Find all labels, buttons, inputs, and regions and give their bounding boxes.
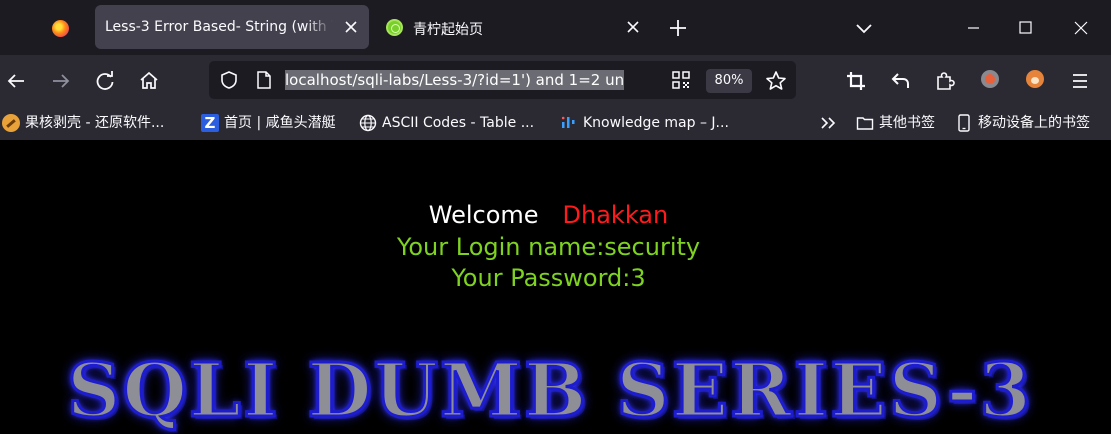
bookmark-label: 移动设备上的书签 — [978, 115, 1090, 131]
folder-icon — [856, 114, 874, 132]
tab-title: Less-3 Error Based- String (with Tw — [105, 19, 333, 35]
tab-less-3[interactable]: Less-3 Error Based- String (with Tw — [95, 5, 369, 49]
password-text: Your Password:3 — [451, 264, 646, 292]
screenshot-crop-icon[interactable] — [841, 66, 871, 96]
undo-arrow-icon[interactable] — [886, 66, 916, 96]
welcome-line: Welcome Dhakkan — [0, 200, 1097, 230]
firefox-logo-icon — [52, 20, 69, 37]
bookmark-star-icon[interactable] — [765, 70, 787, 96]
sqli-banner-title: SQLI DUMB SERIES-3 — [66, 347, 1033, 434]
close-tab-icon[interactable] — [341, 17, 361, 37]
bookmark-label: 其他书签 — [879, 115, 935, 131]
extension-fox-icon[interactable] — [1026, 70, 1044, 88]
bookmark-label: 果核剥壳 - 还原软件... — [25, 115, 165, 131]
page-content: Welcome Dhakkan Your Login name:security … — [0, 140, 1111, 434]
reload-icon[interactable] — [90, 66, 120, 96]
navigation-toolbar: localhost/sqli-labs/Less-3/?id=1') and 1… — [0, 55, 1111, 106]
hamburger-menu-icon[interactable] — [1065, 66, 1095, 96]
url-text: localhost/sqli-labs/Less-3/?id=1') and 1… — [285, 70, 625, 90]
orange-shell-icon — [2, 114, 20, 132]
more-bookmarks-chevron-icon[interactable] — [818, 113, 840, 133]
z-logo-icon: Z — [201, 114, 219, 132]
user-name-text: Dhakkan — [562, 201, 669, 229]
welcome-text: Welcome — [428, 201, 539, 229]
address-bar[interactable]: localhost/sqli-labs/Less-3/?id=1') and 1… — [209, 61, 796, 99]
firefox-view-button[interactable] — [44, 12, 76, 44]
tab-start-page[interactable]: 青柠起始页 — [377, 5, 651, 49]
new-tab-plus-icon[interactable] — [664, 14, 692, 42]
lime-favicon-icon — [386, 19, 403, 36]
tracking-protection-shield-icon[interactable] — [219, 70, 239, 94]
zoom-level-button[interactable]: 80% — [706, 69, 752, 93]
bookmark-label: Knowledge map – J... — [583, 115, 729, 131]
url-input[interactable]: localhost/sqli-labs/Less-3/?id=1') and 1… — [285, 70, 661, 92]
bookmark-label: 首页 | 咸鱼头潜艇 — [224, 115, 336, 131]
login-name-text: Your Login name:security — [396, 233, 701, 261]
tab-title: 青柠起始页 — [413, 22, 483, 38]
window-close-icon[interactable] — [1058, 12, 1104, 44]
globe-icon — [359, 114, 377, 132]
qr-code-icon[interactable] — [671, 70, 691, 94]
bookmarks-toolbar: 果核剥壳 - 还原软件... Z 首页 | 咸鱼头潜艇 ASCII Codes … — [0, 106, 1111, 140]
tab-strip: Less-3 Error Based- String (with Tw 青柠起始… — [0, 0, 1111, 55]
close-tab-icon[interactable] — [623, 17, 643, 37]
bookmark-label: ASCII Codes - Table ... — [382, 115, 535, 131]
back-arrow-icon[interactable] — [1, 66, 31, 96]
list-tabs-chevron-icon[interactable] — [850, 14, 878, 42]
extension-record-icon[interactable] — [981, 70, 999, 88]
maximize-icon[interactable] — [1003, 12, 1049, 44]
knowledge-map-icon — [560, 114, 578, 132]
minimize-icon[interactable] — [950, 12, 996, 44]
forward-arrow-icon[interactable] — [46, 66, 76, 96]
mobile-icon — [955, 114, 973, 132]
extensions-puzzle-icon[interactable] — [930, 66, 960, 96]
home-icon[interactable] — [134, 66, 164, 96]
page-info-icon[interactable] — [256, 71, 272, 93]
